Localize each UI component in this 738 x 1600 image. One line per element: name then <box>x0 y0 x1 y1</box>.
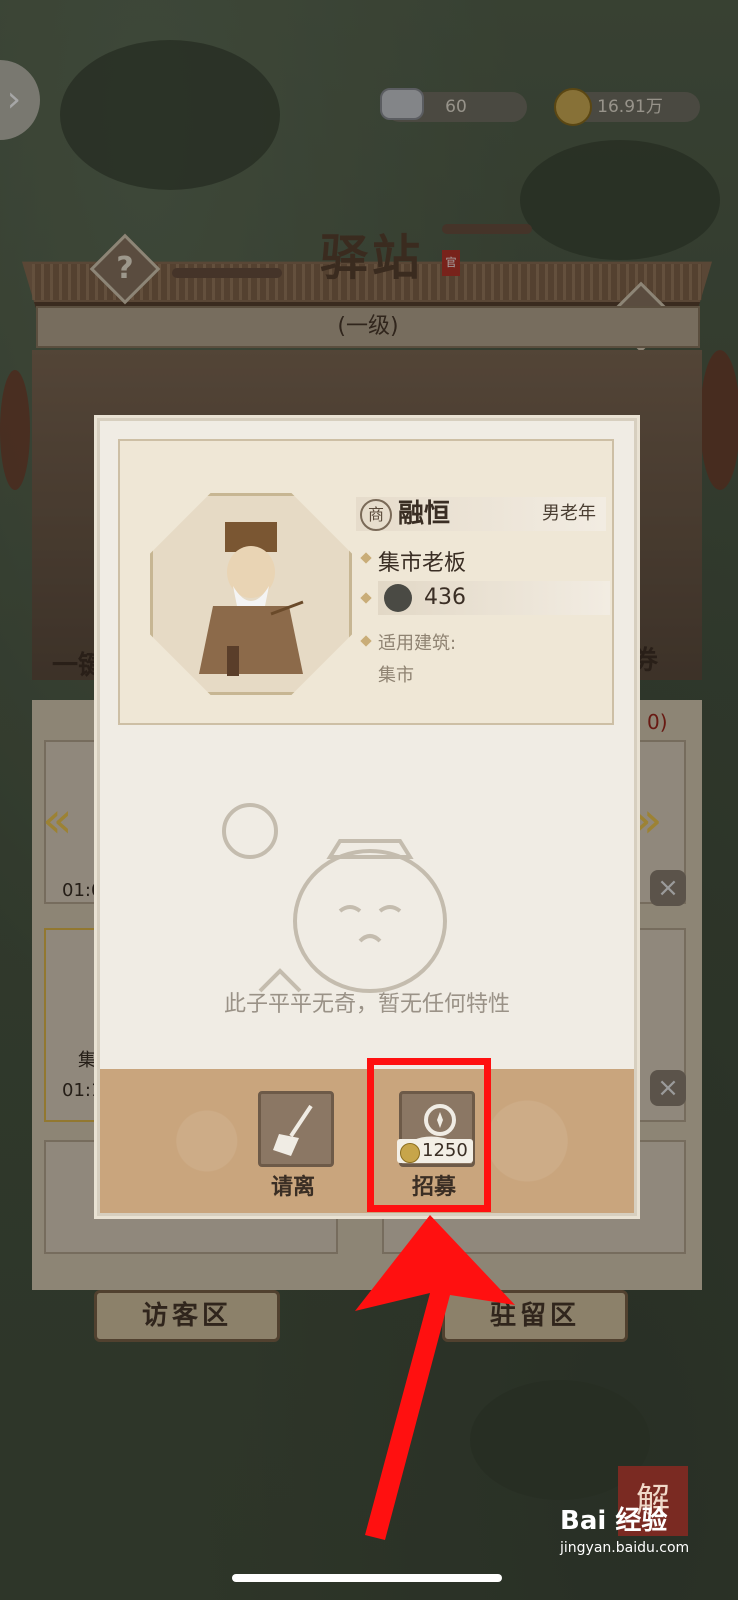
character-occupation: 集市老板 <box>378 551 467 576</box>
character-name: 融恒 <box>398 499 451 529</box>
home-indicator[interactable] <box>232 1574 502 1582</box>
portrait-frame <box>150 493 352 695</box>
baidu-watermark: Bai 经验 <box>560 1506 668 1536</box>
character-info-panel: 商 融恒 男老年 集市老板 436 适用建筑: 集市 <box>118 439 614 725</box>
baidu-watermark-url: jingyan.baidu.com <box>560 1540 690 1556</box>
bullet-diamond-icon <box>360 635 372 647</box>
dismiss-label: 请离 <box>270 1175 315 1200</box>
highlight-annotation <box>367 1058 491 1212</box>
broom-icon <box>273 1104 313 1156</box>
red-arrow-annotation <box>355 1215 515 1540</box>
trait-description: 此子平平无奇，暂无任何特性 <box>223 992 510 1017</box>
name-row: 商 融恒 男老年 <box>356 497 606 531</box>
bullet-diamond-icon <box>360 552 372 564</box>
ability-icon <box>384 584 412 612</box>
gender-age: 男老年 <box>542 503 596 524</box>
stat-row: 436 <box>378 581 610 615</box>
merchant-badge-icon: 商 <box>360 499 392 531</box>
building-value: 集市 <box>378 665 414 686</box>
building-label: 适用建筑: <box>378 633 457 654</box>
character-portrait <box>199 522 304 676</box>
stat-value: 436 <box>424 585 466 610</box>
bullet-diamond-icon <box>360 592 372 604</box>
dismiss-button[interactable] <box>258 1091 334 1167</box>
